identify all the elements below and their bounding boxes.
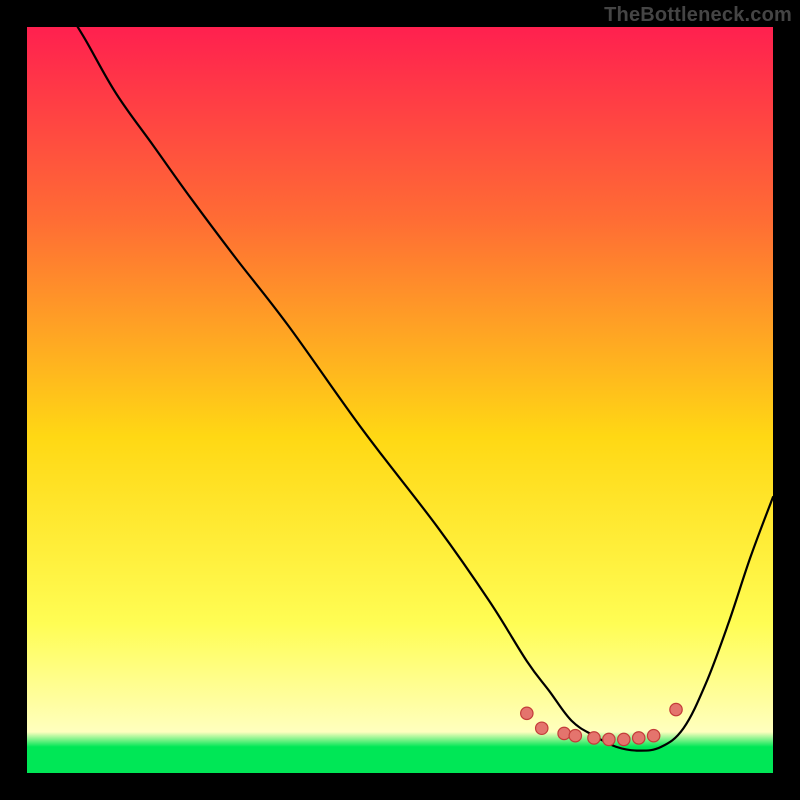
marker-dot [536,722,548,734]
marker-dot [569,730,581,742]
marker-dot [588,732,600,744]
chart-stage: TheBottleneck.com [0,0,800,800]
marker-dot [647,730,659,742]
marker-dot [618,733,630,745]
marker-dot [633,732,645,744]
gradient-bg [27,27,773,773]
watermark-text: TheBottleneck.com [604,4,792,27]
marker-dot [670,703,682,715]
marker-dot [521,707,533,719]
marker-dot [603,733,615,745]
marker-dot [558,727,570,739]
plot-svg [27,27,773,773]
plot-area [27,27,773,773]
